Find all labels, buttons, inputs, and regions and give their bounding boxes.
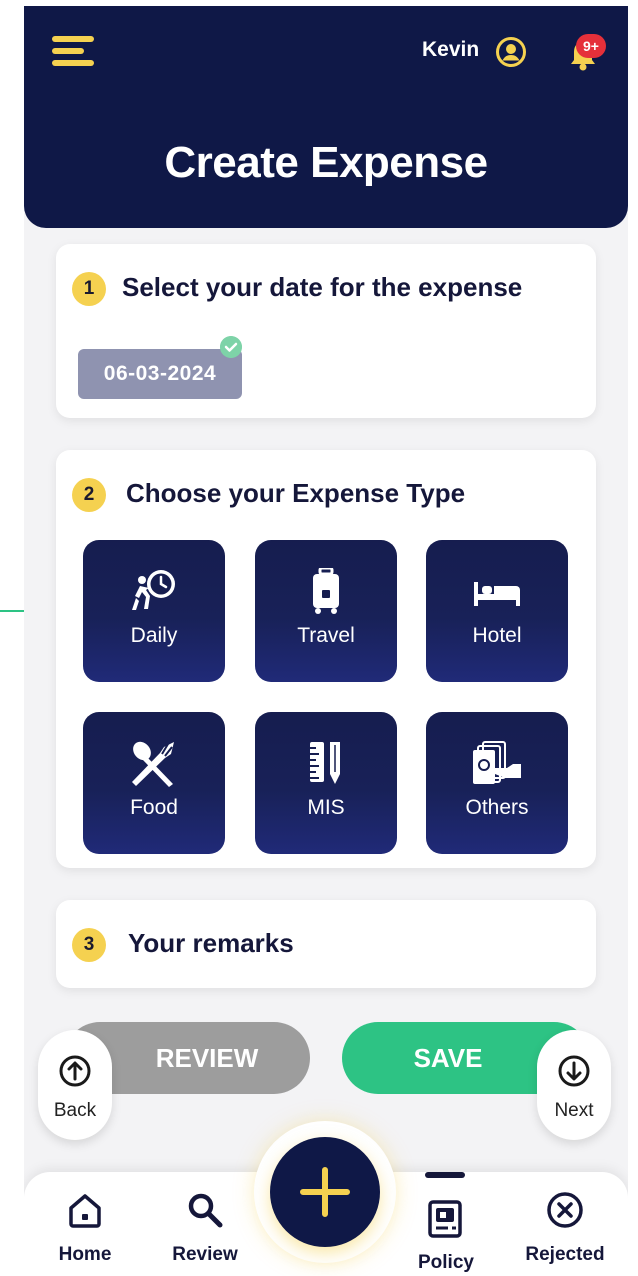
expense-type-food[interactable]: Food (83, 712, 225, 854)
expense-type-hotel[interactable]: Hotel (426, 540, 568, 682)
app-header: Kevin 9+ Create Expense (24, 6, 628, 228)
expense-type-daily[interactable]: Daily (83, 540, 225, 682)
date-picker[interactable]: 06-03-2024 (78, 349, 242, 399)
next-button[interactable]: Next (537, 1030, 611, 1140)
tab-home[interactable]: Home (40, 1172, 130, 1272)
policy-document-icon (428, 1200, 462, 1238)
active-tab-indicator (425, 1172, 465, 1178)
expense-type-mis[interactable]: MIS (255, 712, 397, 854)
tab-policy-label: Policy (418, 1252, 474, 1273)
arrow-up-circle-icon (59, 1055, 91, 1087)
expense-type-label: Daily (130, 624, 178, 647)
expense-type-label: Hotel (472, 624, 522, 647)
back-label: Back (53, 1100, 97, 1121)
hamburger-menu-icon[interactable] (52, 36, 94, 70)
notification-badge: 9+ (576, 34, 606, 58)
tab-home-label: Home (58, 1244, 112, 1265)
step-title-3: Your remarks (128, 928, 294, 958)
expense-type-others[interactable]: Others (426, 712, 568, 854)
expense-type-label: MIS (307, 796, 345, 819)
user-avatar-icon[interactable] (495, 36, 527, 68)
user-name: Kevin (422, 38, 480, 61)
bed-icon (474, 582, 520, 606)
page-title: Create Expense (164, 138, 488, 187)
expense-type-label: Food (130, 796, 178, 819)
luggage-icon (313, 568, 339, 614)
tab-review[interactable]: Review (160, 1172, 250, 1272)
remarks-card[interactable]: 3 Your remarks (56, 900, 596, 988)
step-title-2: Choose your Expense Type (126, 478, 466, 508)
expense-type-travel[interactable]: Travel (255, 540, 397, 682)
expense-type-label: Travel (297, 624, 355, 647)
arrow-down-circle-icon (558, 1055, 590, 1087)
fork-spoon-icon (132, 741, 174, 787)
step-number-2: 2 (72, 478, 106, 512)
ruler-pencil-icon (310, 742, 340, 784)
plus-icon (300, 1167, 350, 1217)
tab-policy[interactable]: Policy (401, 1180, 491, 1276)
back-button[interactable]: Back (38, 1030, 112, 1140)
next-label: Next (554, 1100, 594, 1121)
date-card: 1 Select your date for the expense 06-03… (56, 244, 596, 418)
close-circle-icon (547, 1192, 583, 1228)
check-icon (220, 336, 242, 358)
expense-type-label: Others (465, 796, 529, 819)
tab-rejected-label: Rejected (525, 1244, 605, 1265)
tab-review-label: Review (172, 1244, 238, 1265)
step-title-1: Select your date for the expense (122, 272, 523, 302)
step-number-1: 1 (72, 272, 106, 306)
tab-rejected[interactable]: Rejected (520, 1172, 610, 1272)
phone-screen: Kevin 9+ Create Expense 1 Select your da… (24, 6, 628, 1276)
step-number-3: 3 (72, 928, 106, 962)
cash-icon (473, 741, 521, 784)
search-icon (188, 1193, 223, 1228)
expense-type-card: 2 Choose your Expense Type Daily Travel (56, 450, 596, 868)
add-expense-button[interactable] (270, 1137, 380, 1247)
home-icon (69, 1194, 101, 1228)
clock-walker-icon (132, 570, 175, 610)
